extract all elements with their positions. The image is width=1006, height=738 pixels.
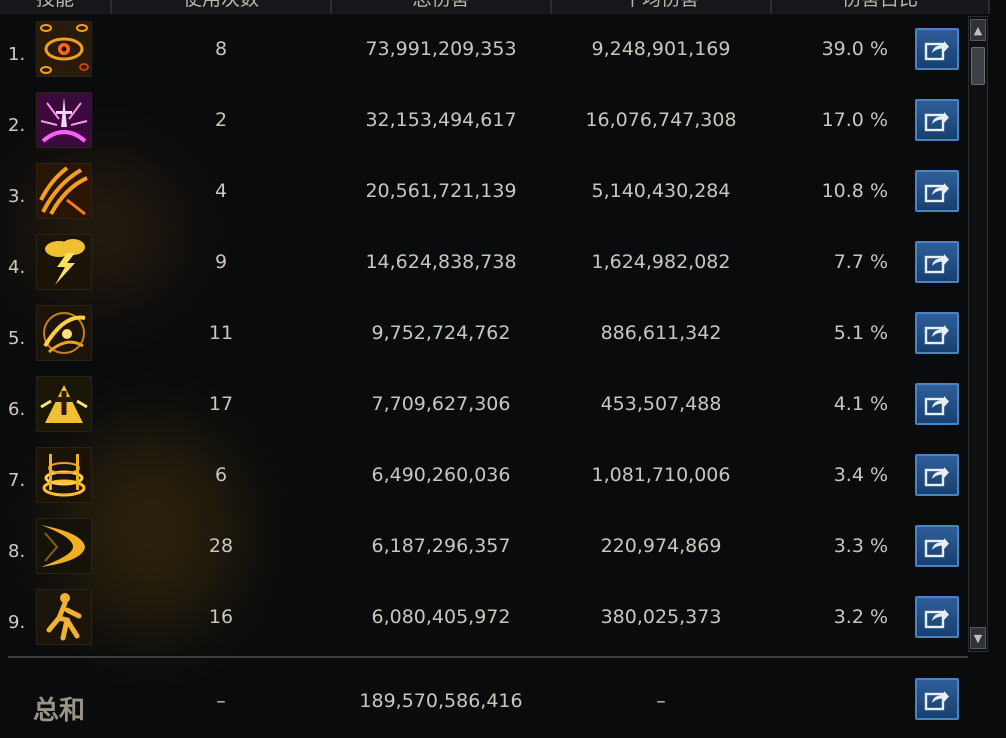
share-icon xyxy=(924,41,949,61)
row-uses: 8 xyxy=(214,38,228,60)
row-uses: 17 xyxy=(208,393,234,415)
row-total-damage: 32,153,494,617 xyxy=(365,109,517,131)
row-rank: 4. xyxy=(8,257,26,278)
crescent-wave-skill-icon[interactable] xyxy=(36,518,92,574)
row-rank: 6. xyxy=(8,399,26,420)
row-total-damage: 6,080,405,972 xyxy=(371,606,511,628)
header-average-damage: 平均伤害 xyxy=(552,0,772,14)
header-skill: 技能 xyxy=(0,0,112,14)
row-rank: 1. xyxy=(8,44,26,65)
scroll-down-button[interactable]: ▼ xyxy=(970,627,986,649)
row-damage-share: 7.7 % xyxy=(833,251,888,273)
share-button[interactable] xyxy=(915,99,959,141)
share-button[interactable] xyxy=(915,241,959,283)
share-button[interactable] xyxy=(915,525,959,567)
table-row: 6. 17 7,709,627,306 453,507,488 4.1 % xyxy=(0,369,990,440)
eye-skill-icon[interactable] xyxy=(36,21,92,77)
share-icon xyxy=(924,254,949,274)
row-damage-share: 4.1 % xyxy=(833,393,888,415)
row-total-damage: 14,624,838,738 xyxy=(365,251,517,273)
row-average-damage: 16,076,747,308 xyxy=(585,109,737,131)
figure-dash-skill-icon[interactable] xyxy=(36,589,92,645)
share-button[interactable] xyxy=(915,383,959,425)
row-uses: 4 xyxy=(214,180,228,202)
row-average-damage: 1,624,982,082 xyxy=(591,251,731,273)
row-damage-share: 5.1 % xyxy=(833,322,888,344)
share-button[interactable] xyxy=(915,170,959,212)
row-damage-share: 39.0 % xyxy=(821,38,888,60)
share-icon xyxy=(924,609,949,629)
table-row: 4. 9 14,624,838,738 1,624,982,082 7.7 % xyxy=(0,227,990,298)
row-average-damage: 380,025,373 xyxy=(600,606,722,628)
row-damage-share: 3.4 % xyxy=(833,464,888,486)
row-uses: 6 xyxy=(214,464,228,486)
header-total-damage: 总伤害 xyxy=(332,0,552,14)
claw-slash-skill-icon[interactable] xyxy=(36,163,92,219)
share-icon xyxy=(924,691,949,711)
share-icon xyxy=(924,325,949,345)
row-total-damage: 20,561,721,139 xyxy=(365,180,517,202)
share-button[interactable] xyxy=(915,28,959,70)
row-average-damage: 886,611,342 xyxy=(600,322,722,344)
table-row: 3. 4 20,561,721,139 5,140,430,284 10.8 % xyxy=(0,156,990,227)
table-row: 7. 6 6,490,260,036 1,081,710,006 3.4 % xyxy=(0,440,990,511)
row-total-damage: 9,752,724,762 xyxy=(371,322,511,344)
row-rank: 2. xyxy=(8,115,26,136)
header-uses: 使用次数 xyxy=(112,0,332,14)
share-icon xyxy=(924,467,949,487)
table-header: 技能 使用次数 总伤害 平均伤害 伤害占比 xyxy=(0,0,990,14)
scroll-up-button[interactable]: ▲ xyxy=(970,19,986,41)
share-button[interactable] xyxy=(915,454,959,496)
row-uses: 11 xyxy=(208,322,234,344)
ring-pillar-skill-icon[interactable] xyxy=(36,447,92,503)
table-row: 9. 16 6,080,405,972 380,025,373 3.2 % xyxy=(0,582,990,653)
lightning-cloud-skill-icon[interactable] xyxy=(36,234,92,290)
row-damage-share: 17.0 % xyxy=(821,109,888,131)
row-damage-share: 10.8 % xyxy=(821,180,888,202)
row-average-damage: 9,248,901,169 xyxy=(591,38,731,60)
row-rank: 3. xyxy=(8,186,26,207)
row-damage-share: 3.3 % xyxy=(833,535,888,557)
row-rank: 5. xyxy=(8,328,26,349)
share-icon xyxy=(924,183,949,203)
share-button[interactable] xyxy=(915,312,959,354)
holy-cross-skill-icon[interactable] xyxy=(36,376,92,432)
row-rank: 7. xyxy=(8,470,26,491)
row-average-damage: 1,081,710,006 xyxy=(591,464,731,486)
share-icon xyxy=(924,396,949,416)
share-button[interactable] xyxy=(915,596,959,638)
row-average-damage: 453,507,488 xyxy=(600,393,722,415)
row-uses: 2 xyxy=(214,109,228,131)
scroll-thumb[interactable] xyxy=(971,47,985,85)
header-damage-share: 伤害占比 xyxy=(772,0,990,14)
sword-burst-skill-icon[interactable] xyxy=(36,92,92,148)
row-total-damage: 6,187,296,357 xyxy=(371,535,511,557)
total-uses: – xyxy=(216,690,226,712)
table-row: 8. 28 6,187,296,357 220,974,869 3.3 % xyxy=(0,511,990,582)
total-label: 总和 xyxy=(33,696,86,726)
divider xyxy=(8,656,968,658)
total-row: 总和 – 189,570,586,416 – xyxy=(0,664,990,738)
row-total-damage: 6,490,260,036 xyxy=(371,464,511,486)
row-average-damage: 5,140,430,284 xyxy=(591,180,731,202)
row-rank: 9. xyxy=(8,612,26,633)
total-damage: 189,570,586,416 xyxy=(359,690,523,712)
share-icon xyxy=(924,538,949,558)
row-damage-share: 3.2 % xyxy=(833,606,888,628)
total-average: – xyxy=(656,690,666,712)
row-total-damage: 73,991,209,353 xyxy=(365,38,517,60)
table-row: 5. 11 9,752,724,762 886,611,342 5.1 % xyxy=(0,298,990,369)
row-uses: 9 xyxy=(214,251,228,273)
table-row: 2. 2 32,153,494,617 16,076,747,308 17.0 … xyxy=(0,85,990,156)
share-button[interactable] xyxy=(915,678,959,720)
row-uses: 28 xyxy=(208,535,234,557)
row-average-damage: 220,974,869 xyxy=(600,535,722,557)
row-uses: 16 xyxy=(208,606,234,628)
row-rank: 8. xyxy=(8,541,26,562)
swirl-slash-skill-icon[interactable] xyxy=(36,305,92,361)
share-icon xyxy=(924,112,949,132)
scrollbar[interactable]: ▲ ▼ xyxy=(968,16,988,652)
row-total-damage: 7,709,627,306 xyxy=(371,393,511,415)
table-row: 1. 8 73,991,209,353 9,248,901,169 39.0 % xyxy=(0,14,990,85)
